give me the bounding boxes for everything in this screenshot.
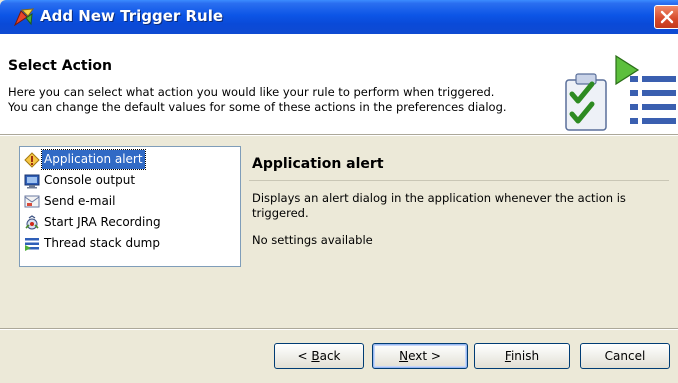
action-list[interactable]: Application alert Console output Send e-…: [19, 146, 241, 267]
action-item-thread-stack-dump[interactable]: Thread stack dump: [20, 233, 240, 254]
footer-divider: [0, 328, 678, 330]
next-label-rest: ext >: [408, 349, 441, 363]
action-item-application-alert[interactable]: Application alert: [20, 149, 240, 170]
back-prefix: <: [297, 349, 312, 363]
action-label: Thread stack dump: [44, 236, 160, 250]
close-icon: [660, 10, 674, 24]
console-monitor-icon: [24, 173, 40, 189]
next-button[interactable]: Next >: [372, 343, 468, 369]
dialog-window: Add New Trigger Rule Select Action Here …: [0, 0, 678, 383]
page-title: Select Action: [8, 58, 112, 74]
title-bar[interactable]: Add New Trigger Rule: [0, 0, 678, 34]
action-item-send-email[interactable]: Send e-mail: [20, 191, 240, 212]
finish-button[interactable]: Finish: [474, 343, 570, 369]
next-mnemonic: N: [399, 349, 409, 363]
action-label: Application alert: [41, 149, 146, 170]
action-label: Start JRA Recording: [44, 215, 161, 229]
action-label: Console output: [44, 173, 136, 187]
description-line-2: You can change the default values for so…: [8, 100, 507, 114]
wizard-header: Select Action Here you can select what a…: [0, 34, 678, 134]
close-button[interactable]: [654, 5, 678, 29]
detail-title: Application alert: [252, 156, 384, 172]
back-mnemonic: B: [311, 349, 320, 363]
alert-diamond-icon: [24, 152, 40, 168]
back-label-rest: ack: [319, 349, 341, 363]
header-divider: [0, 134, 678, 136]
description-line-1: Here you can select what action you woul…: [8, 85, 495, 99]
action-item-start-jra-recording[interactable]: Start JRA Recording: [20, 212, 240, 233]
detail-description: Displays an alert dialog in the applicat…: [252, 191, 626, 220]
app-icon: [13, 8, 35, 27]
detail-divider: [249, 180, 669, 181]
action-label: Send e-mail: [44, 194, 116, 208]
finish-label-rest: inish: [510, 349, 540, 363]
email-icon: [24, 194, 40, 210]
recording-icon: [24, 215, 40, 231]
back-button[interactable]: < Back: [274, 343, 364, 369]
checklist-wizard-icon: [562, 54, 678, 140]
page-description: Here you can select what action you woul…: [8, 85, 568, 115]
thread-dump-icon: [24, 236, 40, 252]
detail-settings-text: No settings available: [252, 233, 373, 247]
cancel-button[interactable]: Cancel: [580, 343, 670, 369]
window-title: Add New Trigger Rule: [40, 7, 224, 25]
action-item-console-output[interactable]: Console output: [20, 170, 240, 191]
